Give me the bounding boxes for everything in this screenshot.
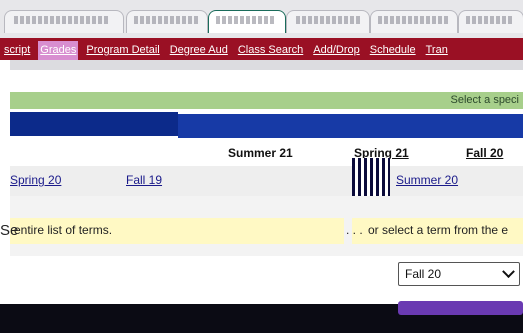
blurred-text [378,16,448,24]
nav-item-class-search[interactable]: Class Search [236,41,305,60]
blurred-text [134,16,198,24]
term-select-value: Fall 20 [405,267,442,281]
select-term-text: or select a term from the e [368,223,509,237]
term-tab-spring-20[interactable]: Spring 20 [10,173,61,187]
blurred-text [466,16,514,24]
term-tab-summer-20[interactable]: Summer 20 [396,173,458,187]
nav-item-schedule[interactable]: Schedule [368,41,418,60]
banner-band: Select a speci [10,92,523,109]
blurred-text [14,16,110,24]
nav-item-degree-audit[interactable]: Degree Aud [168,41,230,60]
term-tab-fall-19[interactable]: Fall 19 [126,173,162,187]
browser-tab-strip [0,0,523,39]
all-terms-text: entire list of terms. [14,223,113,237]
banner-hint: Select a speci [450,94,519,106]
nav-item-program-detail[interactable]: Program Detail [84,41,161,60]
selection-highlight [352,158,390,200]
term-tab-fall-20[interactable]: Fall 20 [466,146,503,160]
nav-item-add-drop[interactable]: Add/Drop [311,41,361,60]
nav-item-transcript[interactable]: script [2,41,32,60]
all-terms-box[interactable]: Se entire list of terms. [0,218,344,244]
nav-item-transfer[interactable]: Tran [424,41,450,60]
header-band-inner [178,112,523,138]
term-tab-row: Spring 20 Fall 19 Summer 20 [10,166,523,196]
blurred-text [296,16,360,24]
header-band [10,112,523,138]
blurred-text [216,16,276,24]
term-select[interactable]: Fall 20 [398,262,520,286]
submit-button[interactable] [398,301,523,315]
nav-item-grades[interactable]: Grades [38,41,79,60]
sub-nav-strip [10,60,523,70]
main-nav: script Grades Program Detail Degree Aud … [0,38,523,60]
ellipsis: . . . [346,223,363,237]
chevron-down-icon [502,264,515,278]
term-tab-summer-21[interactable]: Summer 21 [228,146,293,160]
select-term-box: . . . or select a term from the e [346,218,523,244]
